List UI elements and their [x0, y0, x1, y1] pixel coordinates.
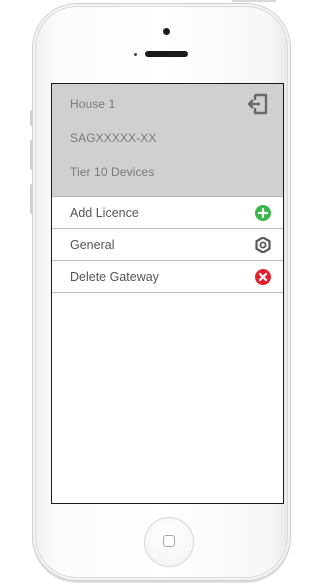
sensor-icon — [134, 53, 137, 56]
gateway-id: SAGXXXXX-XX — [70, 131, 157, 145]
phone-screen: House 1 SAGXXXXX-XX Tier 10 Devices Add … — [51, 83, 284, 504]
menu-item-label: Delete Gateway — [70, 270, 159, 284]
menu-item-delete-gateway[interactable]: Delete Gateway — [52, 261, 283, 293]
gear-icon — [255, 237, 271, 253]
logout-icon[interactable] — [246, 92, 270, 116]
add-icon — [255, 205, 271, 221]
menu-item-add-licence[interactable]: Add Licence — [52, 197, 283, 229]
home-icon — [163, 535, 175, 547]
menu-item-general[interactable]: General — [52, 229, 283, 261]
home-button[interactable] — [144, 517, 194, 567]
camera-icon — [163, 28, 170, 35]
menu-item-label: General — [70, 238, 115, 252]
house-name: House 1 — [70, 97, 116, 111]
gateway-header: House 1 SAGXXXXX-XX Tier 10 Devices — [52, 84, 283, 197]
tier-label: Tier 10 Devices — [70, 165, 155, 179]
canvas: House 1 SAGXXXXX-XX Tier 10 Devices Add … — [0, 0, 291, 584]
decorative-line — [232, 0, 276, 2]
delete-icon — [255, 269, 271, 285]
speaker-grille — [145, 51, 188, 57]
menu-item-label: Add Licence — [70, 206, 139, 220]
